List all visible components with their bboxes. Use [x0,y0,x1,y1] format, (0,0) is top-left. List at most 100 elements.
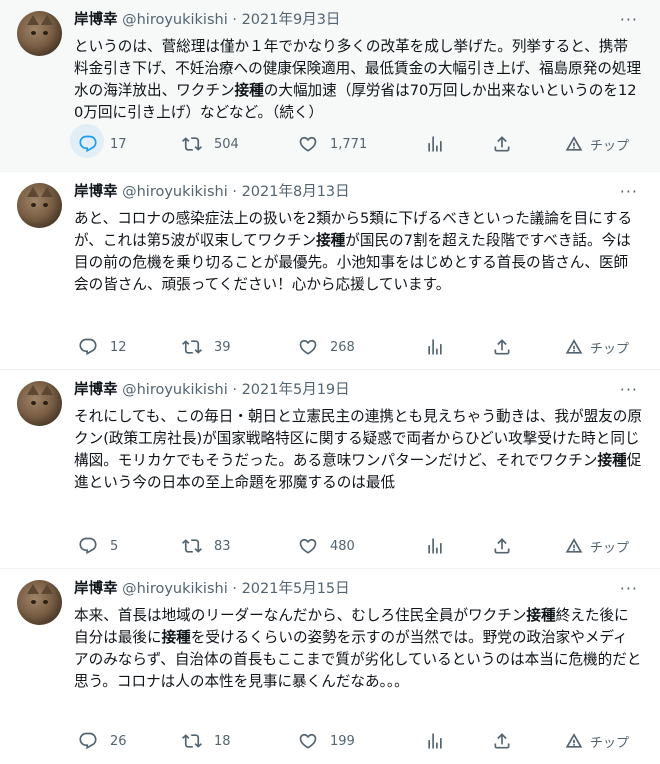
share-button[interactable] [492,727,512,755]
like-button[interactable]: 268 [298,333,355,361]
share-icon [492,731,512,751]
tweet-date[interactable]: 2021年5月15日 [242,581,350,597]
retweet-button[interactable]: 18 [182,727,231,755]
more-dots-icon[interactable]: ··· [620,183,638,201]
reply-count: 26 [110,733,127,749]
share-button[interactable] [492,333,512,361]
retweet-icon [182,337,202,357]
retweet-count: 18 [214,733,231,749]
tweet-actions: 17 504 1,771 チップ [70,124,654,158]
tip-icon [564,337,584,357]
tip-icon [564,731,584,751]
tweet-header: 岸博幸 @hiroyukikishi · 2021年8月13日 [74,182,350,202]
share-button[interactable] [492,130,512,158]
heart-icon [298,536,318,556]
like-button[interactable]: 480 [298,532,355,560]
tip-button[interactable]: チップ [564,532,629,560]
like-count: 1,771 [330,136,368,152]
tweet-actions: 12 39 268 チップ [74,333,654,361]
retweet-icon [182,731,202,751]
display-name[interactable]: 岸博幸 [74,12,118,28]
tweet-header: 岸博幸 @hiroyukikishi · 2021年5月19日 [74,380,350,400]
analytics-icon [425,731,445,751]
reply-count: 12 [110,339,127,355]
like-count: 268 [330,339,355,355]
user-handle[interactable]: @hiroyukikishi [122,382,228,398]
share-icon [492,337,512,357]
tweet-text: あと、コロナの感染症法上の扱いを2類から5類に下げるべきといった議論を目にするが… [74,208,642,296]
tip-icon [564,134,584,154]
separator-dot: · [232,382,237,398]
display-name[interactable]: 岸博幸 [74,581,118,597]
heart-icon [298,337,318,357]
retweet-button[interactable]: 504 [182,130,239,158]
heart-icon [298,731,318,751]
separator-dot: · [232,184,237,200]
tweet-actions: 5 83 480 チップ [74,532,654,560]
user-handle[interactable]: @hiroyukikishi [122,581,228,597]
share-icon [492,536,512,556]
like-count: 480 [330,538,355,554]
separator-dot: · [232,581,237,597]
more-dots-icon[interactable]: ··· [620,580,638,598]
reply-button[interactable]: 17 [70,124,127,158]
share-button[interactable] [492,532,512,560]
more-dots-icon[interactable]: ··· [620,381,638,399]
like-button[interactable]: 199 [298,727,355,755]
tweet[interactable]: 岸博幸 @hiroyukikishi · 2021年5月15日 ··· 本来、首… [0,569,660,764]
tip-label: チップ [590,540,630,556]
avatar[interactable] [17,183,62,228]
highlighted-keyword: 接種 [597,452,627,469]
retweet-button[interactable]: 39 [182,333,231,361]
highlighted-keyword: 接種 [161,629,191,646]
avatar[interactable] [17,580,62,625]
tweet-actions: 26 18 199 チップ [74,727,654,755]
analytics-button[interactable] [425,333,445,361]
tip-button[interactable]: チップ [564,333,629,361]
retweet-count: 83 [214,538,231,554]
highlighted-keyword: 接種 [316,232,346,249]
tip-button[interactable]: チップ [564,727,629,755]
highlighted-keyword: 接種 [526,607,556,624]
retweet-button[interactable]: 83 [182,532,231,560]
display-name[interactable]: 岸博幸 [74,184,118,200]
like-button[interactable]: 1,771 [298,130,367,158]
tip-label: チップ [590,341,630,357]
retweet-count: 504 [214,136,239,152]
avatar[interactable] [17,11,62,56]
tweet-date[interactable]: 2021年5月19日 [242,382,350,398]
reply-button[interactable]: 26 [78,727,127,755]
tip-label: チップ [590,735,630,751]
tweet[interactable]: 岸博幸 @hiroyukikishi · 2021年5月19日 ··· それにし… [0,370,660,569]
tip-icon [564,536,584,556]
like-count: 199 [330,733,355,749]
tweet-date[interactable]: 2021年8月13日 [242,184,350,200]
analytics-button[interactable] [425,532,445,560]
tip-label: チップ [590,138,630,154]
more-dots-icon[interactable]: ··· [620,11,638,29]
analytics-icon [425,536,445,556]
tweet-text: というのは、菅総理は僅か１年でかなり多くの改革を成し挙げた。列挙すると、携帯料金… [74,36,642,124]
avatar[interactable] [17,381,62,426]
tip-button[interactable]: チップ [564,130,629,158]
highlighted-keyword: 接種 [234,82,264,99]
tweet-text: 本来、首長は地域のリーダーなんだから、むしろ住民全員がワクチン接種終えた後に自分… [74,605,642,693]
user-handle[interactable]: @hiroyukikishi [122,12,228,28]
analytics-icon [425,134,445,154]
display-name[interactable]: 岸博幸 [74,382,118,398]
tweet-date[interactable]: 2021年9月3日 [242,12,341,28]
analytics-button[interactable] [425,130,445,158]
retweet-icon [182,134,202,154]
separator-dot: · [232,12,237,28]
tweet[interactable]: 岸博幸 @hiroyukikishi · 2021年8月13日 ··· あと、コ… [0,172,660,370]
tweet-text-segment: それにしても、この毎日・朝日と立憲民主の連携とも見えちゃう動きは、我が盟友の原ク… [74,408,642,469]
tweet-text-segment: 本来、首長は地域のリーダーなんだから、むしろ住民全員がワクチン [74,607,527,624]
analytics-icon [425,337,445,357]
reply-button[interactable]: 5 [78,532,118,560]
user-handle[interactable]: @hiroyukikishi [122,184,228,200]
analytics-button[interactable] [425,727,445,755]
tweet[interactable]: 岸博幸 @hiroyukikishi · 2021年9月3日 ··· というのは… [0,0,660,172]
reply-icon [78,536,98,556]
reply-icon [78,337,98,357]
reply-button[interactable]: 12 [78,333,127,361]
